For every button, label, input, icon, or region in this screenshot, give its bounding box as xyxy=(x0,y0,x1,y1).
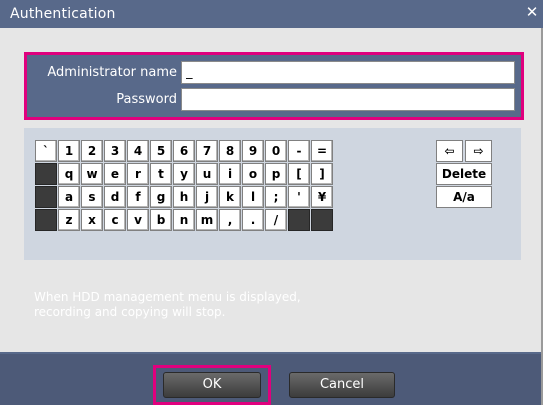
key[interactable]: s xyxy=(81,186,103,208)
blank-key[interactable] xyxy=(35,209,57,231)
key[interactable]: 7 xyxy=(196,140,218,162)
arrow-right-icon[interactable]: ⇨ xyxy=(465,140,492,162)
key[interactable]: n xyxy=(173,209,195,231)
key[interactable]: , xyxy=(219,209,241,231)
key[interactable]: l xyxy=(242,186,264,208)
key[interactable]: / xyxy=(265,209,287,231)
key[interactable]: i xyxy=(219,163,241,185)
key[interactable]: d xyxy=(104,186,126,208)
password-row: Password xyxy=(27,88,521,112)
key[interactable]: e xyxy=(104,163,126,185)
key[interactable]: o xyxy=(242,163,264,185)
key[interactable]: b xyxy=(150,209,172,231)
cancel-button[interactable]: Cancel xyxy=(289,372,395,398)
close-icon[interactable]: ✕ xyxy=(525,3,539,21)
key[interactable]: 6 xyxy=(173,140,195,162)
key[interactable]: r xyxy=(127,163,149,185)
key[interactable]: - xyxy=(288,140,310,162)
key[interactable]: 1 xyxy=(58,140,80,162)
key[interactable]: ' xyxy=(288,186,310,208)
credentials-panel: Administrator name Password xyxy=(24,52,524,120)
warning-message: When HDD management menu is displayed, r… xyxy=(34,290,301,319)
password-label: Password xyxy=(116,92,177,107)
key[interactable]: m xyxy=(196,209,218,231)
key[interactable]: 0 xyxy=(265,140,287,162)
key[interactable]: = xyxy=(311,140,333,162)
key[interactable]: h xyxy=(173,186,195,208)
admin-name-label: Administrator name xyxy=(47,65,177,80)
blank-key[interactable] xyxy=(311,209,333,231)
key[interactable]: z xyxy=(58,209,80,231)
password-input[interactable] xyxy=(181,88,515,111)
blank-key[interactable] xyxy=(35,163,57,185)
key[interactable]: q xyxy=(58,163,80,185)
delete-key[interactable]: Delete xyxy=(436,163,492,185)
key[interactable]: 3 xyxy=(104,140,126,162)
key[interactable]: g xyxy=(150,186,172,208)
authentication-dialog: Authentication ✕ Administrator name Pass… xyxy=(0,0,543,405)
key[interactable]: v xyxy=(127,209,149,231)
key[interactable]: 4 xyxy=(127,140,149,162)
title-bar: Authentication ✕ xyxy=(0,0,543,28)
key[interactable]: 2 xyxy=(81,140,103,162)
key[interactable]: k xyxy=(219,186,241,208)
key[interactable]: c xyxy=(104,209,126,231)
key[interactable]: x xyxy=(81,209,103,231)
key[interactable]: 9 xyxy=(242,140,264,162)
on-screen-keyboard: ` 1 2 3 4 5 6 7 8 9 0- = q w e r t y u i o p[] a s d f g h j k l; ' ¥ z x c… xyxy=(24,128,521,260)
key[interactable]: p xyxy=(265,163,287,185)
key[interactable]: . xyxy=(242,209,264,231)
key[interactable]: ] xyxy=(311,163,333,185)
case-toggle-key[interactable]: A/a xyxy=(436,186,492,208)
key[interactable]: y xyxy=(173,163,195,185)
key[interactable]: 5 xyxy=(150,140,172,162)
key[interactable]: ; xyxy=(265,186,287,208)
key[interactable]: 8 xyxy=(219,140,241,162)
admin-name-input[interactable] xyxy=(181,61,515,84)
key[interactable]: a xyxy=(58,186,80,208)
ok-button[interactable]: OK xyxy=(163,372,261,398)
arrow-left-icon[interactable]: ⇦ xyxy=(436,140,463,162)
key[interactable]: t xyxy=(150,163,172,185)
key[interactable]: f xyxy=(127,186,149,208)
blank-key[interactable] xyxy=(35,186,57,208)
key[interactable]: ` xyxy=(35,140,57,162)
key[interactable]: [ xyxy=(288,163,310,185)
key[interactable]: u xyxy=(196,163,218,185)
admin-name-row: Administrator name xyxy=(27,61,521,85)
key[interactable]: ¥ xyxy=(311,186,333,208)
dialog-title: Authentication xyxy=(10,6,116,22)
key[interactable]: j xyxy=(196,186,218,208)
blank-key[interactable] xyxy=(288,209,310,231)
key[interactable]: w xyxy=(81,163,103,185)
